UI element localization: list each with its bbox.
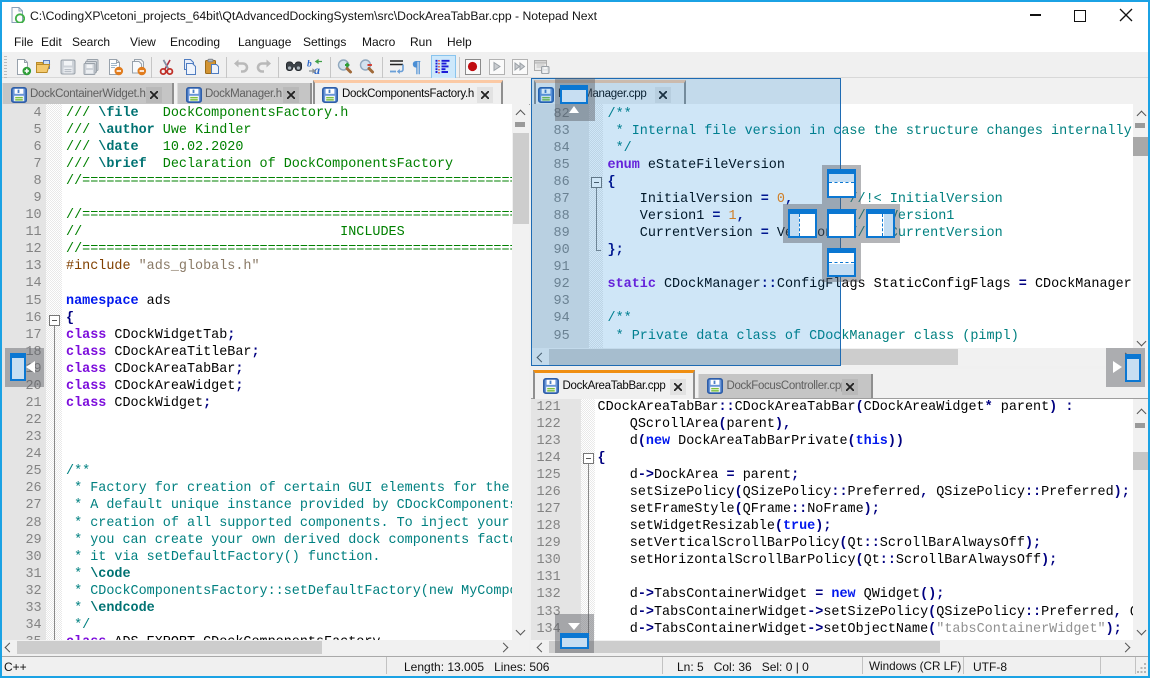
svg-text:a: a [314, 63, 320, 76]
svg-text:b: b [307, 60, 312, 70]
